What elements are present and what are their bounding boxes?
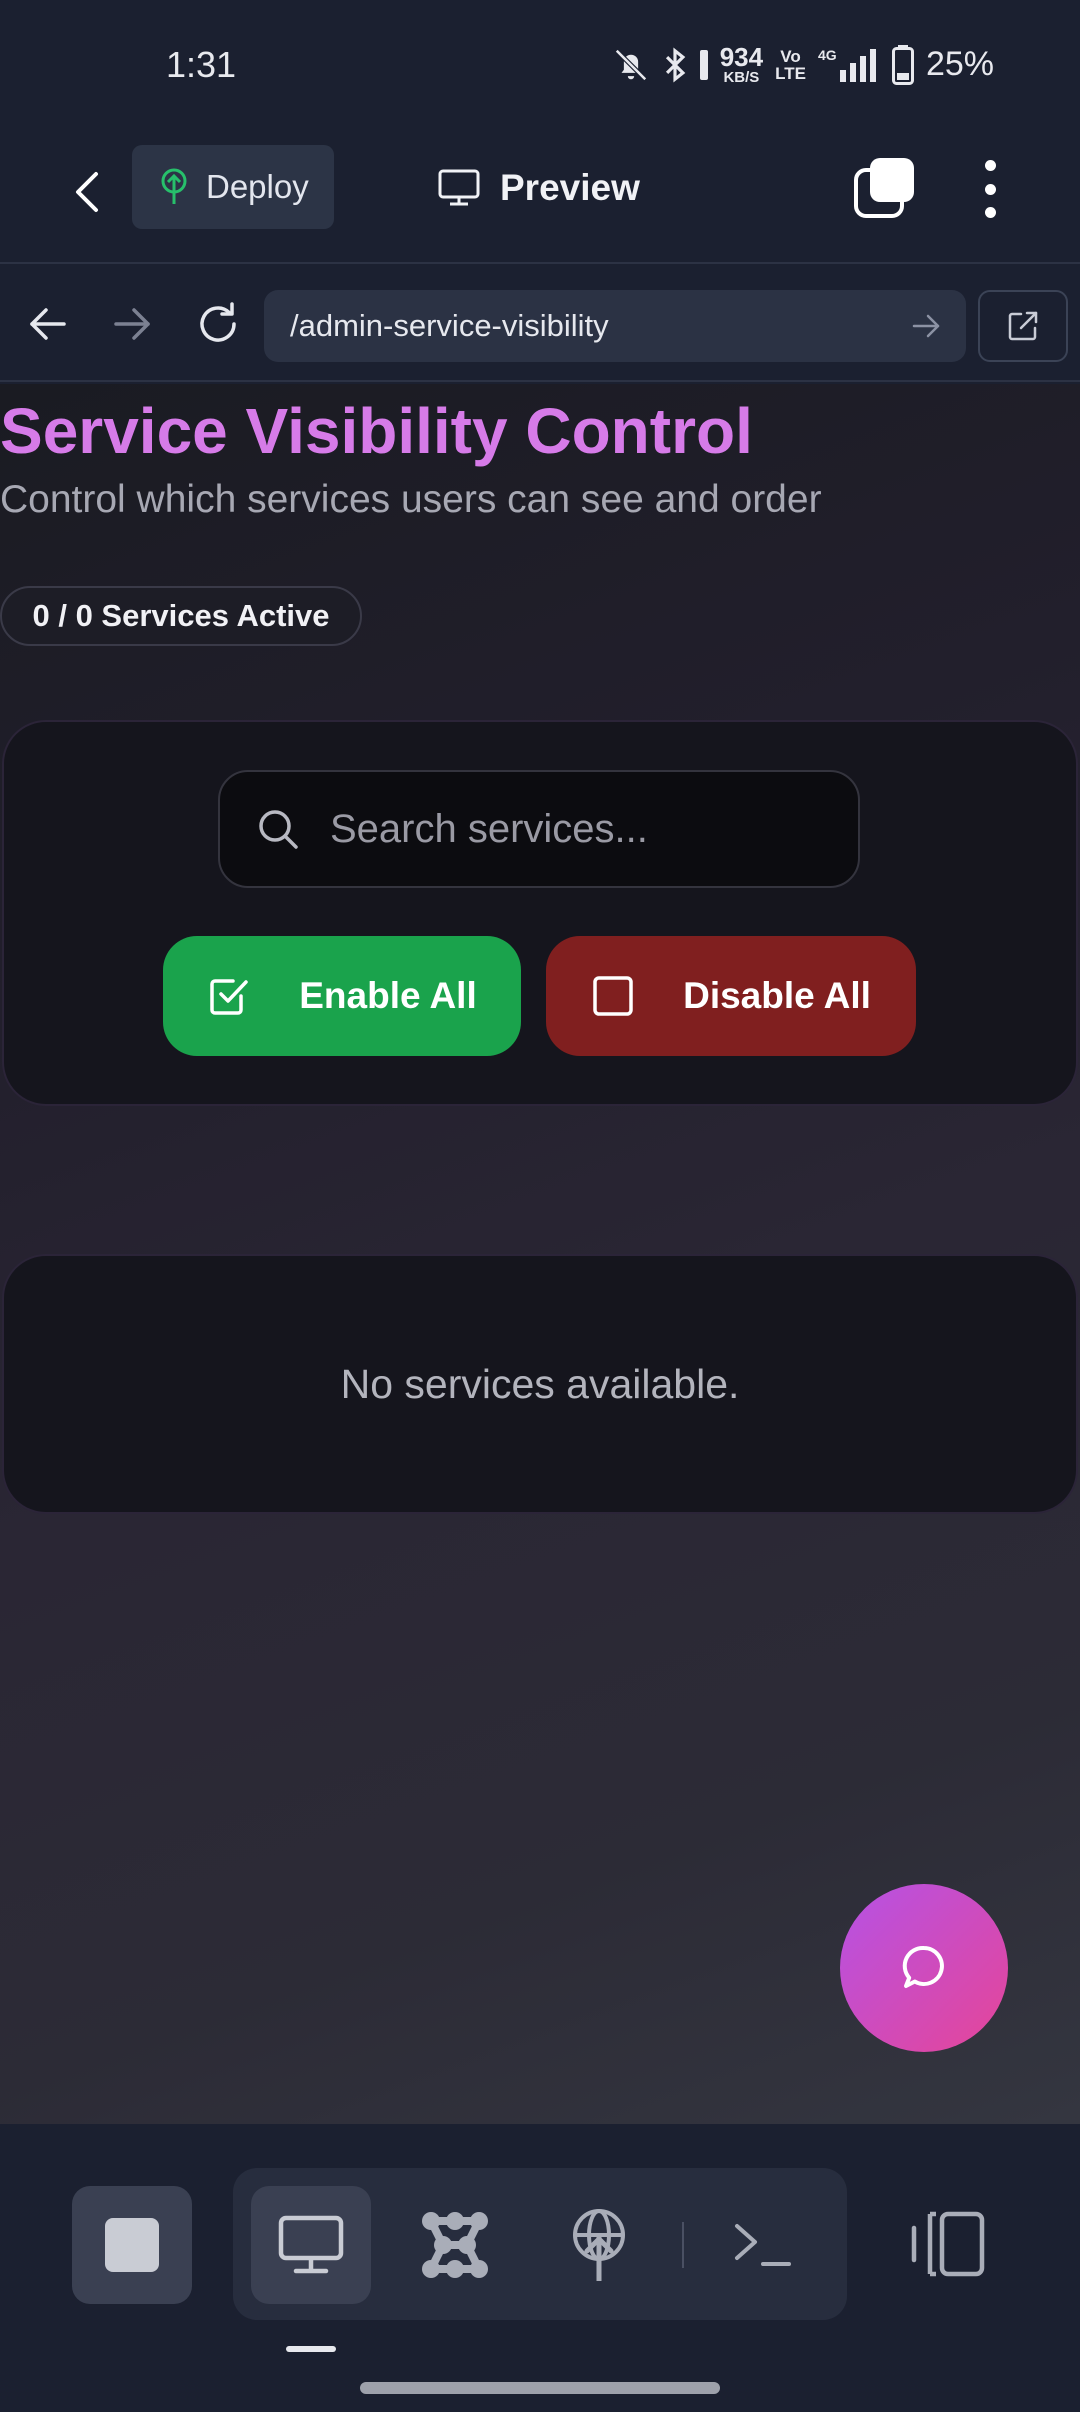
preview-label: Preview [500, 167, 640, 208]
status-time: 1:31 [166, 44, 237, 85]
home-indicator[interactable] [360, 2382, 720, 2394]
page-subtitle: Control which services users can see and… [0, 478, 822, 521]
terminal-tool-button[interactable] [703, 2186, 823, 2304]
battery-saver-bar-icon [699, 49, 708, 80]
bluetooth-icon [665, 46, 685, 83]
browser-nav-bar: /admin-service-visibility [0, 266, 1080, 382]
nav-back-icon[interactable] [20, 296, 76, 352]
page-title: Service Visibility Control [0, 395, 753, 467]
monitor-icon [278, 2215, 344, 2274]
checkbox-empty-icon [593, 976, 633, 1016]
network-speed: 934 KB/S [719, 42, 764, 86]
globe-upload-icon [573, 2209, 625, 2281]
reload-icon[interactable] [190, 296, 246, 352]
tree-upload-icon [161, 168, 187, 204]
more-options-icon[interactable] [968, 154, 1012, 224]
signal-icon: 4G [818, 47, 876, 82]
enable-all-label: Enable All [299, 975, 477, 1016]
bottom-toolbar [0, 2124, 1080, 2412]
deploy-button[interactable]: Deploy [132, 145, 334, 229]
search-input[interactable] [330, 806, 830, 852]
battery-percent: 25% [925, 45, 994, 83]
publish-tool-button[interactable] [539, 2186, 659, 2304]
monitor-icon [438, 169, 480, 206]
url-text: /admin-service-visibility [290, 308, 609, 343]
stop-icon [105, 2218, 159, 2272]
open-external-button[interactable] [978, 290, 1068, 362]
toolbar-divider [682, 2222, 684, 2268]
status-bar: 1:31 934 KB/S Vo LTE 4G 25% [0, 0, 1080, 132]
url-field[interactable]: /admin-service-visibility [264, 290, 966, 362]
nodes-tool-button[interactable] [395, 2186, 515, 2304]
tool-group [233, 2168, 847, 2320]
disable-all-label: Disable All [683, 975, 871, 1016]
status-icons: 934 KB/S Vo LTE 4G 25% [612, 44, 994, 85]
nodes-icon [422, 2212, 488, 2278]
deploy-label: Deploy [206, 168, 309, 205]
services-active-badge: 0 / 0 Services Active [0, 586, 362, 646]
mute-bell-icon [614, 48, 647, 81]
nav-forward-icon[interactable] [104, 296, 160, 352]
empty-message: No services available. [340, 1360, 740, 1407]
back-icon[interactable] [62, 162, 112, 222]
services-list-card: No services available. [2, 1254, 1078, 1514]
preview-button[interactable]: Preview [438, 158, 640, 218]
stop-button[interactable] [72, 2186, 192, 2304]
external-link-icon [1008, 311, 1038, 341]
chat-bubble-icon [902, 1945, 944, 1988]
monitor-tool-button[interactable] [251, 2186, 371, 2304]
disable-all-button[interactable]: Disable All [546, 936, 916, 1056]
svg-text:4G: 4G [818, 47, 837, 63]
battery-icon [891, 44, 914, 85]
split-layout-icon[interactable] [910, 2208, 986, 2280]
search-icon [259, 810, 298, 849]
preview-page: Service Visibility Control Control which… [0, 384, 1080, 2124]
chat-fab-button[interactable] [840, 1884, 1008, 2052]
checkbox-checked-icon [210, 979, 248, 1015]
go-arrow-icon[interactable] [908, 308, 944, 344]
app-header: Deploy Preview [0, 132, 1080, 264]
enable-all-button[interactable]: Enable All [163, 936, 521, 1056]
terminal-icon [735, 2224, 791, 2266]
active-tab-indicator [286, 2346, 336, 2352]
tabs-icon[interactable] [852, 156, 916, 220]
search-box[interactable] [218, 770, 860, 888]
volte-indicator: Vo LTE [775, 46, 806, 83]
